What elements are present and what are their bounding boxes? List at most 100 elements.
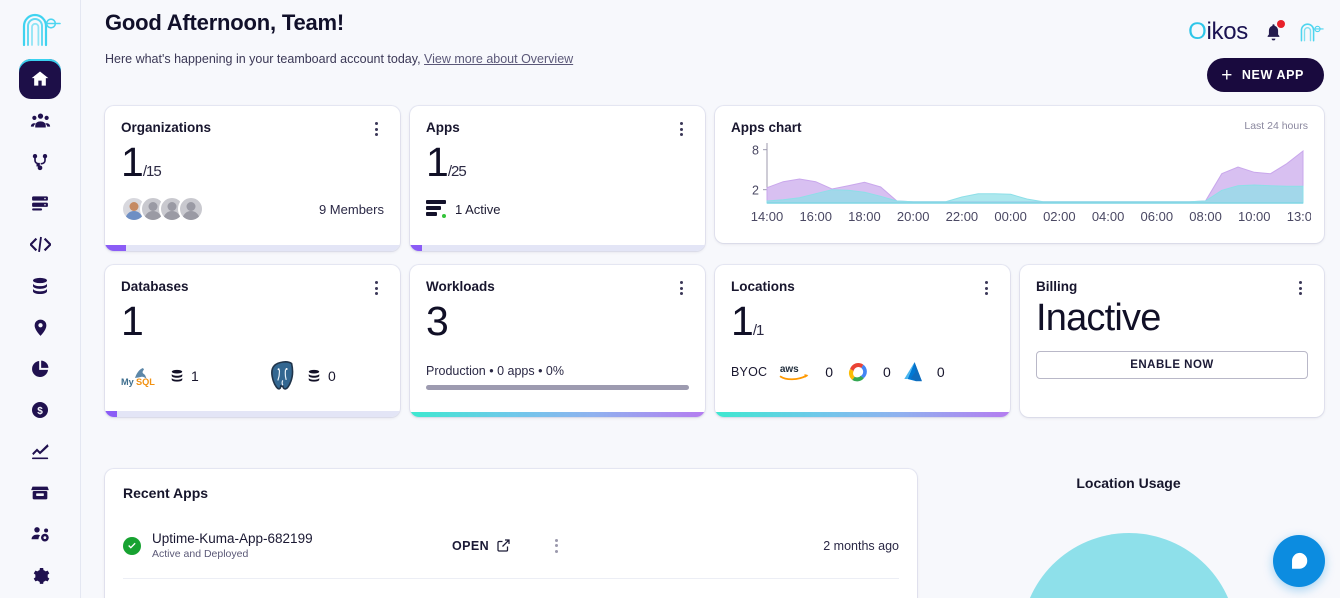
- svg-text:My: My: [121, 377, 135, 387]
- avatar: [178, 196, 204, 222]
- organizations-count: 1/15: [121, 142, 384, 183]
- users-gear-icon: [30, 524, 51, 545]
- brand-row: Oikos: [1188, 18, 1324, 46]
- card-menu-button[interactable]: [1292, 279, 1308, 297]
- brand-rest: ikos: [1207, 18, 1248, 45]
- location-usage-pie[interactable]: [1021, 533, 1237, 598]
- billing-status: Inactive: [1036, 299, 1308, 339]
- svg-text:22:00: 22:00: [946, 209, 979, 224]
- new-app-button[interactable]: + NEW APP: [1207, 58, 1324, 92]
- avatar-group[interactable]: [121, 196, 204, 222]
- locations-limit: /1: [753, 322, 764, 339]
- apps-area-chart: 2814:0016:0018:0020:0022:0000:0002:0004:…: [731, 137, 1311, 233]
- organizations-progress-fill: [105, 245, 126, 251]
- recent-apps-panel: Recent Apps Uptime-Kuma-App-682199 Activ…: [105, 469, 917, 598]
- sidebar-item-databases[interactable]: [19, 266, 61, 305]
- locations-count: 1/1: [731, 301, 994, 342]
- locations-providers-row: BYOC aws 0 0: [731, 360, 994, 384]
- status-dot-online: [440, 212, 448, 220]
- app-state: Active and Deployed: [152, 548, 452, 560]
- stats-row-1: Organizations 1/15 9 Members: [105, 106, 1324, 251]
- plus-icon: +: [1221, 66, 1233, 85]
- apps-value: 1: [426, 139, 448, 185]
- card-header: Apps: [426, 120, 689, 138]
- sidebar-item-billing[interactable]: $: [19, 391, 61, 430]
- database-engine-mysql: My SQL 1: [121, 364, 266, 388]
- card-menu-button[interactable]: [978, 279, 994, 297]
- sidebar-item-settings[interactable]: [19, 557, 61, 596]
- card-menu-button[interactable]: [368, 120, 384, 138]
- sidebar-item-locations[interactable]: [19, 308, 61, 347]
- card-title: Apps: [426, 120, 460, 135]
- locations-value: 1: [731, 298, 753, 344]
- sidebar-item-pipelines[interactable]: [19, 142, 61, 181]
- card-apps-chart[interactable]: Apps chart Last 24 hours 2814:0016:0018:…: [715, 106, 1324, 243]
- oikos-logo[interactable]: [16, 6, 64, 51]
- svg-text:20:00: 20:00: [897, 209, 930, 224]
- organizations-members-row: 9 Members: [121, 196, 384, 222]
- mysql-count: 1: [191, 368, 199, 384]
- account-avatar[interactable]: [1298, 19, 1324, 45]
- card-header: Databases: [121, 279, 384, 297]
- brand-name: Oikos: [1188, 18, 1248, 46]
- page-title: Good Afternoon, Team!: [105, 10, 573, 36]
- overview-link[interactable]: View more about Overview: [424, 52, 573, 66]
- sidebar-item-code[interactable]: [19, 225, 61, 264]
- svg-text:02:00: 02:00: [1043, 209, 1076, 224]
- card-databases[interactable]: Databases 1 My SQL 1: [105, 265, 400, 417]
- apps-active-label: 1 Active: [455, 202, 501, 217]
- gcp-count: 0: [883, 364, 891, 380]
- card-menu-button[interactable]: [673, 120, 689, 138]
- card-apps[interactable]: Apps 1/25 1 Active: [410, 106, 705, 251]
- sidebar: $: [0, 0, 81, 598]
- workloads-count: 3: [426, 301, 689, 342]
- page-subtitle: Here what's happening in your teamboard …: [105, 52, 573, 66]
- database-cylinder-icon: [307, 368, 321, 384]
- status-success-icon: [123, 537, 141, 555]
- chat-bubble-button[interactable]: [1273, 535, 1325, 587]
- enable-billing-button[interactable]: ENABLE NOW: [1036, 351, 1308, 379]
- workloads-summary-block: Production • 0 apps • 0%: [426, 364, 689, 390]
- app-timestamp: 2 months ago: [823, 539, 899, 553]
- svg-text:$: $: [37, 407, 43, 418]
- databases-engines-row: My SQL 1 0: [121, 360, 384, 392]
- card-organizations[interactable]: Organizations 1/15 9 Members: [105, 106, 400, 251]
- notification-badge: [1277, 20, 1285, 28]
- database-engine-postgresql: 0: [266, 360, 336, 392]
- card-billing[interactable]: Billing Inactive ENABLE NOW: [1020, 265, 1324, 417]
- open-app-button[interactable]: OPEN: [452, 538, 548, 553]
- app-menu-button[interactable]: [548, 537, 564, 555]
- card-menu-button[interactable]: [673, 279, 689, 297]
- sidebar-item-home[interactable]: [19, 59, 61, 98]
- sidebar-item-analytics[interactable]: [19, 349, 61, 388]
- app-name: Uptime-Kuma-App-682199: [152, 531, 452, 546]
- pie-chart-icon: [30, 359, 50, 379]
- svg-text:10:00: 10:00: [1238, 209, 1271, 224]
- card-header: Workloads: [426, 279, 689, 297]
- database-cylinder-icon: [170, 368, 184, 384]
- location-usage-title: Location Usage: [1076, 475, 1180, 491]
- list-item[interactable]: Uptime-Kuma-App-682199 Active and Deploy…: [123, 531, 899, 579]
- aws-count: 0: [825, 364, 833, 380]
- sidebar-item-team[interactable]: [19, 101, 61, 140]
- svg-text:14:00: 14:00: [751, 209, 784, 224]
- sidebar-item-marketplace[interactable]: [19, 474, 61, 513]
- header-left: Good Afternoon, Team! Here what's happen…: [105, 10, 573, 66]
- card-title: Locations: [731, 279, 795, 294]
- sidebar-item-users[interactable]: [19, 515, 61, 554]
- card-locations[interactable]: Locations 1/1 BYOC aws 0: [715, 265, 1010, 417]
- svg-text:04:00: 04:00: [1092, 209, 1125, 224]
- trending-up-icon: [30, 442, 50, 462]
- sidebar-item-servers[interactable]: [19, 183, 61, 222]
- card-menu-button[interactable]: [368, 279, 384, 297]
- organizations-value: 1: [121, 139, 143, 185]
- sidebar-item-metrics[interactable]: [19, 432, 61, 471]
- notifications-button[interactable]: [1262, 20, 1284, 44]
- workloads-accent-bar: [410, 412, 705, 417]
- workloads-progress-bar: [426, 385, 689, 390]
- card-title: Databases: [121, 279, 189, 294]
- main-content: Good Afternoon, Team! Here what's happen…: [81, 0, 1340, 598]
- databases-count: 1: [121, 301, 384, 342]
- card-workloads[interactable]: Workloads 3 Production • 0 apps • 0%: [410, 265, 705, 417]
- svg-text:13:00: 13:00: [1287, 209, 1311, 224]
